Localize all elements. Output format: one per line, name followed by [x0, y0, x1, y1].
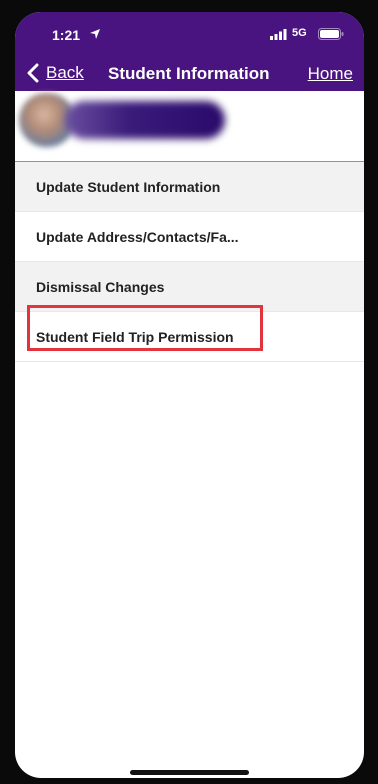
- home-indicator: [130, 770, 249, 775]
- menu-item-update-student-information[interactable]: Update Student Information: [15, 162, 364, 212]
- menu-item-label: Update Address/Contacts/Fa...: [36, 228, 239, 245]
- student-name-redacted: [65, 101, 225, 139]
- home-link[interactable]: Home: [308, 64, 353, 84]
- location-arrow-icon: [90, 29, 100, 39]
- menu-item-update-address-contacts[interactable]: Update Address/Contacts/Fa...: [15, 212, 364, 262]
- status-time: 1:21: [52, 27, 81, 43]
- battery-icon: [318, 28, 344, 40]
- back-button[interactable]: Back: [26, 61, 84, 85]
- phone-frame: 1:21 5G Back Student Information Home Up…: [0, 0, 378, 784]
- chevron-left-icon: [27, 63, 39, 83]
- menu-item-label: Dismissal Changes: [36, 278, 165, 295]
- signal-bars-icon: [270, 29, 287, 40]
- nav-bar: Back Student Information Home: [15, 56, 364, 88]
- menu-item-label: Update Student Information: [36, 178, 221, 195]
- network-type: 5G: [292, 27, 307, 39]
- highlight-annotation: [27, 305, 263, 351]
- status-bar: 1:21 5G: [15, 12, 364, 54]
- back-label: Back: [46, 63, 84, 82]
- app-screen: 1:21 5G Back Student Information Home Up…: [15, 12, 364, 778]
- student-card[interactable]: [15, 91, 364, 162]
- app-header: 1:21 5G Back Student Information Home: [15, 12, 364, 91]
- page-title: Student Information: [108, 64, 270, 83]
